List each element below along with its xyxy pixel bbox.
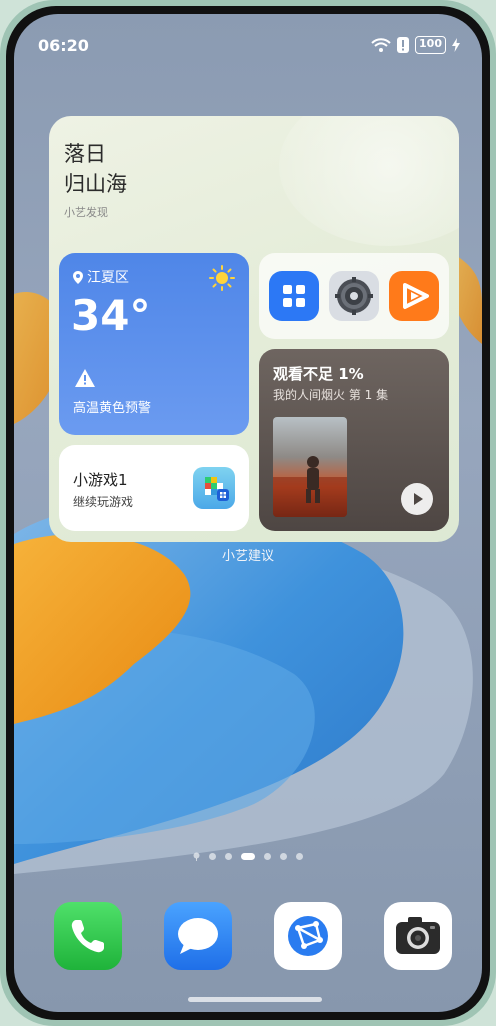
page-indicator[interactable] (14, 852, 482, 861)
sun-icon (209, 265, 235, 291)
page-dot-active[interactable] (241, 853, 255, 860)
video-app-icon[interactable] (389, 271, 439, 321)
weather-temperature: 34° (71, 291, 151, 340)
game-subtitle: 继续玩游戏 (73, 495, 134, 509)
video-poster[interactable] (273, 417, 347, 517)
browser-icon[interactable] (274, 902, 342, 970)
card-caption: 小艺建议 (221, 549, 274, 564)
phone-bezel: 06:20 100 落日 归山海 小艺发现 江夏区 34° 高温黄色预警 观看不… (6, 6, 490, 1020)
charging-icon (452, 38, 460, 52)
status-bar: 06:20 100 (14, 14, 482, 64)
search-dot-icon (193, 852, 200, 861)
weather-location-label: 江夏区 (87, 270, 129, 286)
wifi-icon (371, 38, 391, 52)
camera-lens-icon (396, 917, 440, 954)
card-decoration (279, 116, 459, 246)
card-title-line1: 落日 (64, 142, 106, 166)
card-title-line2: 归山海 (64, 172, 127, 196)
play-icon[interactable] (401, 483, 433, 515)
page-dot[interactable] (209, 853, 216, 860)
weather-location: 江夏区 (73, 267, 129, 287)
home-indicator[interactable] (188, 997, 322, 1002)
battery-indicator: 100 (415, 36, 446, 54)
camera-icon[interactable] (384, 902, 452, 970)
apps-icon[interactable] (269, 271, 319, 321)
video-progress-title: 观看不足 1% (273, 365, 364, 383)
poster-figure-icon (273, 456, 347, 517)
apps-grid-icon (283, 285, 305, 307)
phone-handset-icon (71, 920, 104, 953)
status-icons: 100 (371, 36, 460, 54)
home-screen: 06:20 100 落日 归山海 小艺发现 江夏区 34° 高温黄色预警 观看不… (14, 14, 482, 1012)
page-dot[interactable] (225, 853, 232, 860)
warning-icon (75, 369, 95, 387)
dock (14, 902, 482, 972)
video-continue-widget[interactable]: 观看不足 1% 我的人间烟火 第 1 集 (259, 349, 449, 531)
location-pin-icon (73, 270, 83, 284)
page-dot[interactable] (280, 853, 287, 860)
weather-widget[interactable]: 江夏区 34° 高温黄色预警 (59, 253, 249, 435)
weather-warning: 高温黄色预警 (73, 401, 152, 416)
app-shortcut-widget (259, 253, 449, 339)
mini-game-icon[interactable] (193, 467, 235, 509)
mini-game-widget[interactable]: 小游戏1 继续玩游戏 (59, 445, 249, 531)
game-title: 小游戏1 (73, 471, 128, 489)
xiaoyi-suggestion-card[interactable]: 落日 归山海 小艺发现 江夏区 34° 高温黄色预警 观看不足 1% 我的人间烟… (49, 116, 459, 542)
page-dot[interactable] (296, 853, 303, 860)
card-subtitle: 小艺发现 (64, 206, 108, 219)
settings-icon[interactable] (329, 271, 379, 321)
status-time: 06:20 (38, 36, 89, 55)
phone-icon[interactable] (54, 902, 122, 970)
globe-network-icon (288, 916, 328, 956)
chat-bubble-icon (178, 918, 218, 954)
video-episode: 我的人间烟火 第 1 集 (273, 388, 389, 402)
messages-icon[interactable] (164, 902, 232, 970)
page-dot[interactable] (264, 853, 271, 860)
alert-icon (397, 37, 410, 53)
game-blocks-icon (205, 477, 229, 501)
gear-icon (335, 277, 373, 315)
video-play-logo-icon (403, 283, 429, 309)
